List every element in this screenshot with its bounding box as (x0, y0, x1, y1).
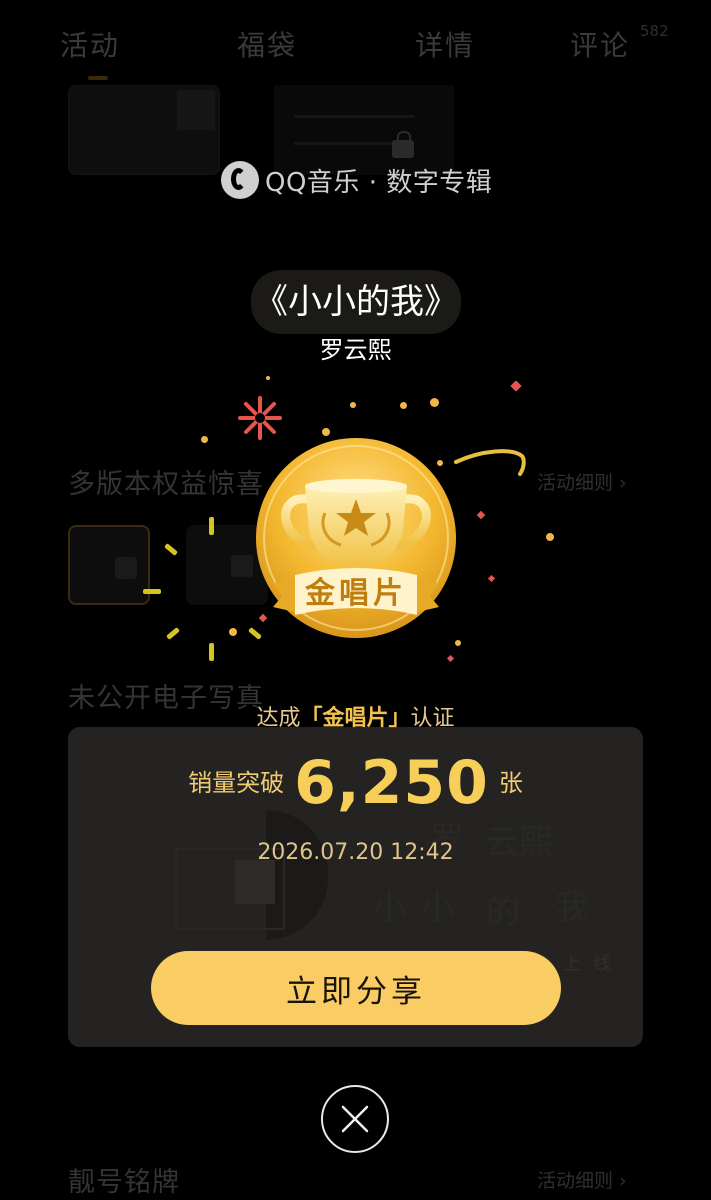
thumbnail-photo (177, 90, 215, 130)
brand-header: QQ音乐 · 数字专辑 (221, 158, 492, 202)
sales-label: 销量突破 (188, 769, 285, 797)
tab-comments[interactable]: 评论 (570, 24, 630, 64)
rules-link-label: 活动细则 (537, 472, 614, 494)
close-button[interactable] (321, 1085, 389, 1153)
album-title: 《小小的我》 (254, 282, 458, 322)
comment-count-badge: 582 (640, 22, 669, 40)
medal-label: 金唱片 (304, 576, 407, 611)
firework-burst-icon (238, 396, 282, 440)
rules-link-label: 活动细则 (537, 1170, 614, 1192)
sales-value: 6,250 (294, 748, 489, 818)
close-icon (341, 1105, 369, 1133)
section-title-badge: 靓号铭牌 (68, 1167, 180, 1198)
share-button[interactable]: 立即分享 (151, 951, 561, 1025)
thumbnail-photo (115, 557, 137, 579)
brand-text: QQ音乐 · 数字专辑 (265, 167, 493, 198)
certification-timestamp: 2026.07.20 12:42 (257, 840, 454, 865)
tab-details[interactable]: 详情 (415, 24, 475, 64)
rules-link[interactable]: 活动细则 › (537, 1166, 627, 1193)
album-version-thumbnail[interactable] (68, 85, 220, 175)
thumbnail-photo (231, 555, 253, 577)
tab-lucky-bag[interactable]: 福袋 (237, 24, 297, 64)
artist-name: 罗云熙 (319, 336, 392, 364)
chevron-right-icon: › (619, 472, 627, 494)
chevron-right-icon: › (619, 1170, 627, 1192)
section-title-multi-version: 多版本权益惊喜 (68, 469, 264, 500)
tab-activity[interactable]: 活动 (60, 24, 120, 64)
gold-record-trophy-icon: 金唱片 (256, 438, 456, 638)
rules-link[interactable]: 活动细则 › (537, 468, 627, 495)
sales-row: 销量突破 6,250 张 (0, 748, 711, 818)
lock-icon (392, 131, 414, 158)
tab-indicator (88, 76, 108, 80)
version-thumbnail-selected[interactable] (68, 525, 150, 605)
qq-music-logo-icon (221, 161, 259, 199)
tab-bar: 活动 福袋 详情 评论 582 (0, 0, 711, 82)
streamer-decoration (454, 449, 526, 476)
sales-unit: 张 (498, 769, 523, 797)
